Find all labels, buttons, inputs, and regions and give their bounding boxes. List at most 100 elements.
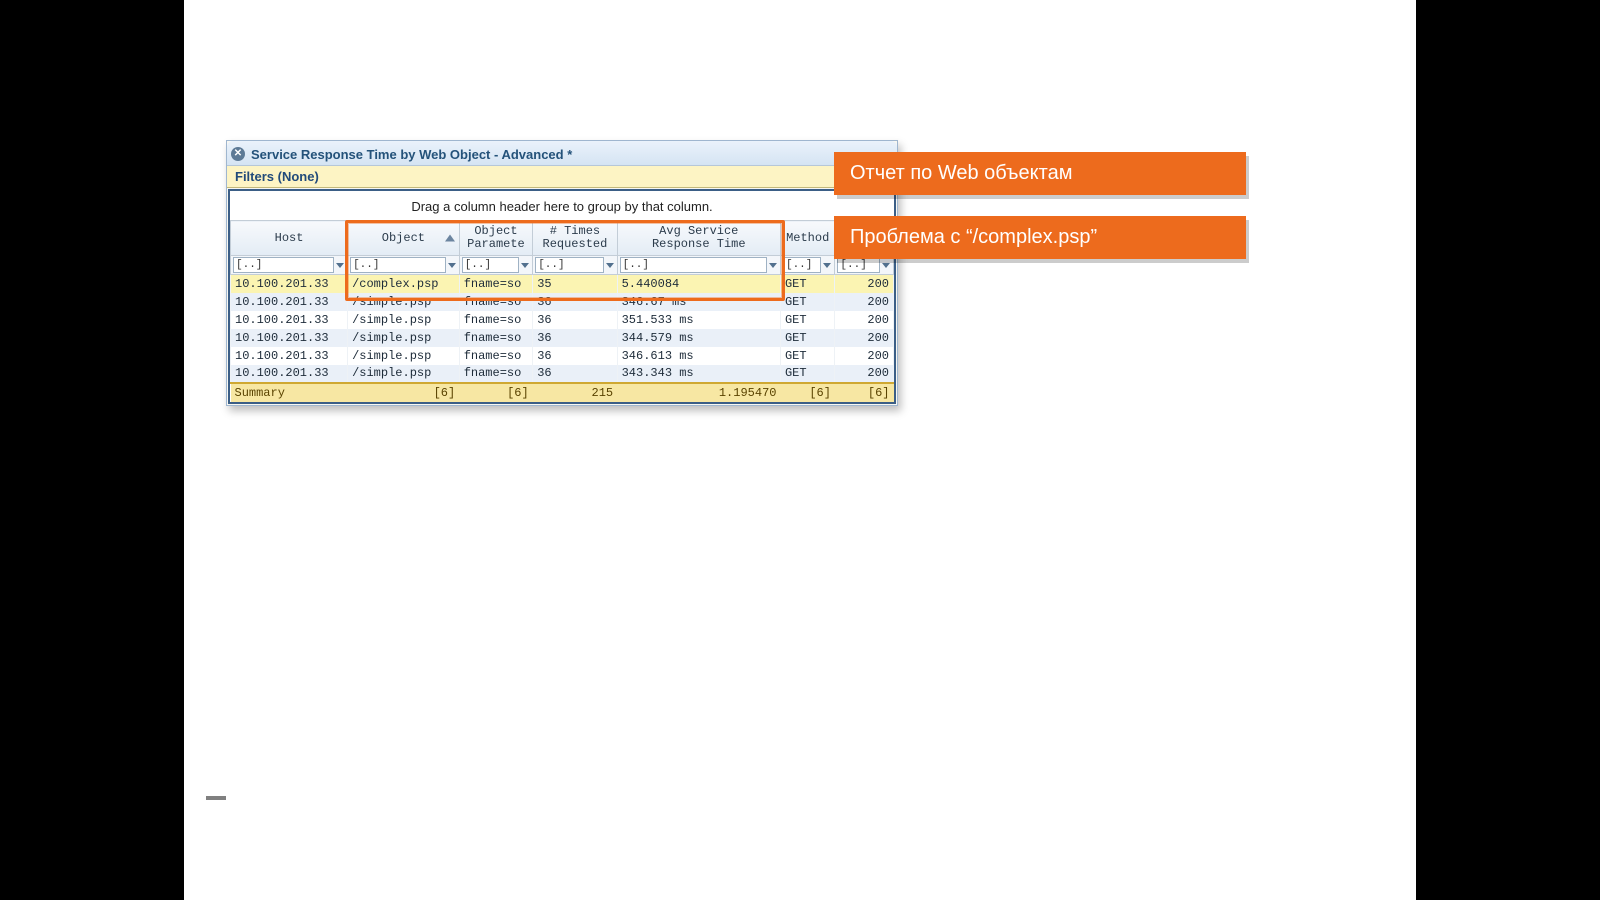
col-host[interactable]: Host — [231, 221, 348, 256]
cell-method: GET — [780, 347, 834, 365]
table-row[interactable]: 10.100.201.33/simple.pspfname=so36346.67… — [231, 293, 894, 311]
data-grid: Drag a column header here to group by th… — [228, 189, 896, 404]
cell-status: 200 — [835, 347, 894, 365]
cell-status: 200 — [835, 365, 894, 383]
col-avg-label: Avg ServiceResponse Time — [621, 225, 777, 250]
col-avg[interactable]: Avg ServiceResponse Time — [617, 221, 780, 256]
filter-host[interactable]: [..] — [231, 256, 348, 275]
cell-object: /complex.psp — [348, 275, 460, 293]
filter-host-input[interactable]: [..] — [233, 257, 334, 273]
cell-method: GET — [780, 275, 834, 293]
col-object-label: Object — [382, 231, 425, 245]
chevron-down-icon[interactable] — [882, 263, 890, 268]
cell-host: 10.100.201.33 — [231, 329, 348, 347]
table-row[interactable]: 10.100.201.33/simple.pspfname=so36351.53… — [231, 311, 894, 329]
table-row[interactable]: 10.100.201.33/simple.pspfname=so36344.57… — [231, 329, 894, 347]
cell-status: 200 — [835, 293, 894, 311]
callout-report-text: Отчет по Web объектам — [850, 162, 1072, 185]
cell-params: fname=so — [459, 347, 533, 365]
filter-times-input[interactable]: [..] — [535, 257, 603, 273]
group-by-hint[interactable]: Drag a column header here to group by th… — [230, 191, 894, 220]
col-parameters-label: ObjectParamete — [463, 225, 530, 250]
cell-host: 10.100.201.33 — [231, 365, 348, 383]
cell-status: 200 — [835, 275, 894, 293]
table: Host Object ObjectParamete # TimesReques… — [230, 220, 894, 402]
callout-problem-text: Проблема с “/complex.psp” — [850, 226, 1097, 249]
chevron-down-icon[interactable] — [606, 263, 614, 268]
filter-avg[interactable]: [..] — [617, 256, 780, 275]
report-tab[interactable]: ✕ Service Response Time by Web Object - … — [227, 141, 897, 166]
chevron-down-icon[interactable] — [823, 263, 831, 268]
cell-host: 10.100.201.33 — [231, 275, 348, 293]
filter-avg-input[interactable]: [..] — [620, 257, 767, 273]
cell-avg: 346.613 ms — [617, 347, 780, 365]
close-icon[interactable]: ✕ — [231, 147, 245, 161]
chevron-down-icon[interactable] — [336, 263, 344, 268]
cell-params: fname=so — [459, 329, 533, 347]
filter-parameters-input[interactable]: [..] — [462, 257, 520, 273]
cell-host: 10.100.201.33 — [231, 347, 348, 365]
cell-method: GET — [780, 329, 834, 347]
col-object[interactable]: Object — [348, 221, 460, 256]
cell-avg: 344.579 ms — [617, 329, 780, 347]
report-panel: ✕ Service Response Time by Web Object - … — [226, 140, 898, 406]
summary-row: Summary [6] [6] 215 1.195470 [6] [6] — [231, 383, 894, 402]
summary-object: [6] — [348, 383, 460, 402]
cell-params: fname=so — [459, 275, 533, 293]
cell-method: GET — [780, 311, 834, 329]
cell-avg: 346.67 ms — [617, 293, 780, 311]
summary-avg: 1.195470 — [617, 383, 780, 402]
cell-status: 200 — [835, 311, 894, 329]
cell-times: 36 — [533, 293, 617, 311]
filters-bar[interactable]: Filters (None) — [227, 166, 897, 188]
cell-times: 36 — [533, 329, 617, 347]
col-method-label: Method — [786, 231, 829, 245]
table-row[interactable]: 10.100.201.33/simple.pspfname=so36343.34… — [231, 365, 894, 383]
summary-times: 215 — [533, 383, 617, 402]
col-parameters[interactable]: ObjectParamete — [459, 221, 533, 256]
cell-object: /simple.psp — [348, 311, 460, 329]
cell-times: 36 — [533, 347, 617, 365]
cell-object: /simple.psp — [348, 365, 460, 383]
filters-label: Filters (None) — [235, 169, 319, 184]
cell-params: fname=so — [459, 293, 533, 311]
cell-avg: 351.533 ms — [617, 311, 780, 329]
chevron-down-icon[interactable] — [448, 263, 456, 268]
cell-object: /simple.psp — [348, 329, 460, 347]
footer-dash — [206, 796, 226, 800]
cell-params: fname=so — [459, 311, 533, 329]
summary-params: [6] — [459, 383, 533, 402]
callout-problem: Проблема с “/complex.psp” — [834, 216, 1246, 259]
col-times-label: # TimesRequested — [536, 225, 613, 250]
filter-method[interactable]: [..] — [780, 256, 834, 275]
filter-parameters[interactable]: [..] — [459, 256, 533, 275]
callout-report: Отчет по Web объектам — [834, 152, 1246, 195]
col-host-label: Host — [275, 231, 304, 245]
sort-asc-icon — [445, 235, 455, 242]
filter-method-input[interactable]: [..] — [783, 257, 821, 273]
cell-times: 35 — [533, 275, 617, 293]
filter-status-input[interactable]: [..] — [837, 257, 880, 273]
filter-times[interactable]: [..] — [533, 256, 617, 275]
cell-status: 200 — [835, 329, 894, 347]
cell-times: 36 — [533, 311, 617, 329]
chevron-down-icon[interactable] — [769, 263, 777, 268]
tab-title: Service Response Time by Web Object - Ad… — [251, 147, 572, 162]
filter-object-input[interactable]: [..] — [350, 257, 446, 273]
cell-times: 36 — [533, 365, 617, 383]
cell-avg: 343.343 ms — [617, 365, 780, 383]
cell-host: 10.100.201.33 — [231, 311, 348, 329]
cell-method: GET — [780, 293, 834, 311]
chevron-down-icon[interactable] — [521, 263, 529, 268]
cell-method: GET — [780, 365, 834, 383]
summary-method: [6] — [780, 383, 834, 402]
table-row[interactable]: 10.100.201.33/simple.pspfname=so36346.61… — [231, 347, 894, 365]
cell-avg: 5.440084 — [617, 275, 780, 293]
summary-label: Summary — [231, 383, 348, 402]
table-row[interactable]: 10.100.201.33/complex.pspfname=so355.440… — [231, 275, 894, 293]
col-method[interactable]: Method — [780, 221, 834, 256]
cell-object: /simple.psp — [348, 347, 460, 365]
filter-object[interactable]: [..] — [348, 256, 460, 275]
col-times[interactable]: # TimesRequested — [533, 221, 617, 256]
cell-host: 10.100.201.33 — [231, 293, 348, 311]
